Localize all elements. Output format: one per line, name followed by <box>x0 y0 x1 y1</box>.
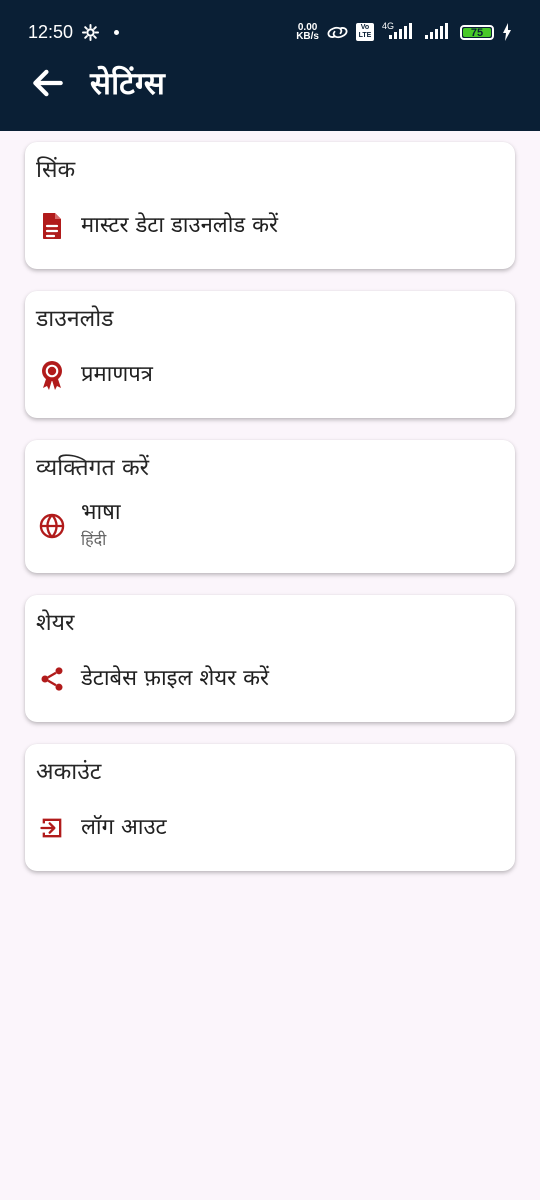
mobile-signal-one: 4G <box>382 21 416 42</box>
share-section: शेयर डेटाबेस फ़ाइल शेयर करें <box>25 595 515 722</box>
status-right: 0.00 KB/s Vo LTE 4G 75 <box>296 21 512 42</box>
download-master-data-row[interactable]: मास्टर डेटा डाउनलोड करें <box>38 211 502 241</box>
signal-strength-icon <box>425 23 448 39</box>
section-title-share: शेयर <box>36 610 75 636</box>
volte-top-text: Vo <box>360 24 370 31</box>
network-speed: 0.00 KB/s <box>296 23 319 42</box>
notification-dot-icon <box>114 29 120 35</box>
page-title: सेटिंग्स <box>90 66 166 102</box>
share-icon <box>38 665 66 693</box>
globe-icon <box>38 512 66 540</box>
row-label-download-master-data: मास्टर डेटा डाउनलोड करें <box>81 213 279 238</box>
battery-level: 75 <box>463 27 491 38</box>
settings-gear-icon <box>81 23 100 42</box>
charging-bolt-icon <box>502 23 512 41</box>
battery-icon: 75 <box>460 24 494 40</box>
sync-section: सिंक मास्टर डेटा डाउनलोड करें <box>25 142 515 269</box>
status-bar: 12:50 0.00 KB/s Vo LTE 4G 75 <box>28 18 512 46</box>
network-speed-unit: KB/s <box>296 31 319 42</box>
section-title-account: अकाउंट <box>36 759 102 785</box>
row-label-logout: लॉग आउट <box>81 815 167 840</box>
account-section: अकाउंट लॉग आउट <box>25 744 515 871</box>
row-label-share-database-file: डेटाबेस फ़ाइल शेयर करें <box>81 666 269 691</box>
download-section: डाउनलोड प्रमाणपत्र <box>25 291 515 418</box>
section-title-sync: सिंक <box>36 157 76 183</box>
settings-list: सिंक मास्टर डेटा डाउनलोड करें डाउनलोड प्… <box>25 142 515 893</box>
personalize-section: व्यक्तिगत करें भाषा हिंदी <box>25 440 515 573</box>
logout-icon <box>38 814 66 842</box>
arrow-back-icon <box>33 69 63 97</box>
row-label-certificate: प्रमाणपत्र <box>81 362 153 387</box>
language-text-group: भाषा हिंदी <box>81 498 121 552</box>
row-label-language: भाषा <box>81 500 121 525</box>
back-button[interactable] <box>28 63 68 103</box>
volte-badge: Vo LTE <box>356 23 374 41</box>
selected-language-value: हिंदी <box>81 530 107 549</box>
logout-row[interactable]: लॉग आउट <box>38 813 502 843</box>
section-title-personalize: व्यक्तिगत करें <box>36 455 150 481</box>
share-database-file-row[interactable]: डेटाबेस फ़ाइल शेयर करें <box>38 664 502 694</box>
status-time: 12:50 <box>28 21 74 42</box>
hotspot-link-icon <box>327 24 348 41</box>
status-left: 12:50 <box>28 21 120 43</box>
document-icon <box>38 212 66 240</box>
section-title-download: डाउनलोड <box>36 306 114 332</box>
top-header: 12:50 0.00 KB/s Vo LTE 4G 75 सेटिंग्स <box>0 0 540 131</box>
certificate-row[interactable]: प्रमाणपत्र <box>38 360 502 390</box>
certificate-badge-icon <box>38 361 66 390</box>
volte-bottom-text: LTE <box>358 32 372 39</box>
language-row[interactable]: भाषा हिंदी <box>38 498 502 552</box>
app-bar: सेटिंग्स <box>28 57 512 109</box>
signal-strength-icon <box>389 23 412 39</box>
